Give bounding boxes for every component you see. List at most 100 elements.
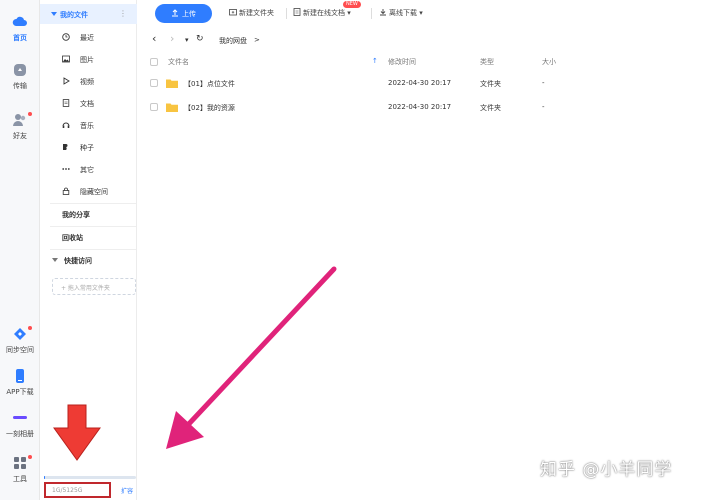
storage-highlight-box: 1G/5125G xyxy=(44,482,111,498)
select-all-checkbox[interactable] xyxy=(150,58,158,66)
magenta-arrow-head xyxy=(166,411,204,449)
file-size: - xyxy=(542,79,545,87)
nav-item-images[interactable]: 图片 xyxy=(40,51,137,67)
music-icon xyxy=(62,122,70,128)
row-checkbox[interactable] xyxy=(150,79,158,87)
file-size: - xyxy=(542,103,545,111)
nav-item-label: 图片 xyxy=(80,56,94,64)
new-badge: NEW xyxy=(343,1,361,8)
rail-item-transfer[interactable]: 传输 xyxy=(0,62,40,91)
toolbar-separator xyxy=(286,8,287,19)
file-type: 文件夹 xyxy=(480,80,501,88)
nav-item-torrents[interactable]: 种子 xyxy=(40,139,137,155)
image-icon xyxy=(62,55,70,63)
file-modified: 2022-04-30 20:17 xyxy=(388,103,452,111)
cloud-icon xyxy=(12,16,27,26)
rail-item-friends[interactable]: 好友 xyxy=(0,112,40,141)
friends-icon xyxy=(13,114,26,126)
storage-text: 1G/5125G xyxy=(52,487,83,494)
nav-divider xyxy=(50,203,136,204)
phone-icon xyxy=(16,369,24,383)
history-dropdown-icon[interactable]: ▾ xyxy=(185,36,189,44)
rail-item-label: 传输 xyxy=(13,82,27,90)
folder-icon xyxy=(166,79,178,88)
nav-item-label: 视频 xyxy=(80,78,94,86)
torrent-icon xyxy=(63,144,68,150)
new-online-doc-label: 新建在线文档 xyxy=(303,9,345,17)
watermark: 知乎 @小羊同学 xyxy=(540,460,673,480)
expand-storage-link[interactable]: 扩容 xyxy=(121,486,133,495)
rail-item-label: 首页 xyxy=(13,34,27,42)
nav-my-files[interactable]: 我的文件 ⋮ xyxy=(40,4,137,24)
file-name: 【02】我的资源 xyxy=(184,104,235,112)
nav-item-music[interactable]: 音乐 xyxy=(40,117,137,133)
more-vertical-icon[interactable]: ⋮ xyxy=(119,9,127,18)
col-header-size[interactable]: 大小 xyxy=(542,57,556,67)
storage-usage-bar xyxy=(44,476,136,479)
new-folder-label: 新建文件夹 xyxy=(239,9,274,17)
file-type: 文件夹 xyxy=(480,104,501,112)
offline-download-label: 离线下载 xyxy=(389,9,417,17)
rail-item-app-download[interactable]: APP下载 xyxy=(0,368,40,397)
file-name: 【01】点位文件 xyxy=(184,80,235,88)
nav-item-label: 其它 xyxy=(80,166,94,174)
nav-item-documents[interactable]: 文档 xyxy=(40,95,137,111)
breadcrumb-my-drive[interactable]: 我的网盘 xyxy=(219,36,247,46)
more-dots-icon xyxy=(62,168,70,170)
chevron-down-icon: ▾ xyxy=(345,9,351,17)
file-table-header: 文件名 ↑ 修改时间 类型 大小 xyxy=(150,55,709,69)
clock-icon xyxy=(62,33,70,41)
rail-item-label: 好友 xyxy=(13,132,27,140)
toolbar: 上传 新建文件夹 新建在线文档 ▾ NEW 离线下载 ▾ xyxy=(137,0,709,28)
nav-my-files-label: 我的文件 xyxy=(60,11,88,19)
refresh-icon[interactable]: ↻ xyxy=(196,34,204,44)
nav-my-share[interactable]: 我的分享 xyxy=(62,210,90,220)
nav-item-hidden-space[interactable]: 隐藏空间 xyxy=(40,183,137,199)
storage-usage-fill xyxy=(44,476,46,479)
table-row[interactable]: 【02】我的资源 2022-04-30 20:17 文件夹 - xyxy=(150,97,709,119)
magenta-arrow-shaft xyxy=(183,266,337,430)
download-icon xyxy=(380,9,386,16)
rail-item-label: 工具 xyxy=(13,475,27,483)
rail-item-label: APP下载 xyxy=(6,388,34,396)
transfer-icon xyxy=(14,64,26,76)
new-folder-button[interactable]: 新建文件夹 xyxy=(229,8,274,18)
nav-item-other[interactable]: 其它 xyxy=(40,161,137,177)
tools-icon xyxy=(14,457,26,469)
rail-item-sync-space[interactable]: 同步空间 xyxy=(0,326,40,355)
add-quick-folder-dropzone[interactable]: + 拖入常用文件夹 xyxy=(52,278,136,295)
chevron-down-icon: ▾ xyxy=(417,9,423,17)
nav-divider xyxy=(50,249,136,250)
sync-space-icon xyxy=(14,328,26,340)
nav-item-label: 种子 xyxy=(80,144,94,152)
upload-button[interactable]: 上传 xyxy=(155,4,212,23)
nav-item-label: 隐藏空间 xyxy=(80,188,108,196)
row-checkbox[interactable] xyxy=(150,103,158,111)
forward-arrow-icon[interactable]: › xyxy=(170,32,174,45)
sort-arrow-icon[interactable]: ↑ xyxy=(372,57,378,65)
new-online-doc-button[interactable]: 新建在线文档 ▾ xyxy=(293,8,351,18)
rail-item-home[interactable]: 首页 xyxy=(0,14,40,43)
new-folder-icon xyxy=(229,9,237,16)
offline-download-button[interactable]: 离线下载 ▾ xyxy=(379,8,423,18)
notification-dot xyxy=(28,455,32,459)
nav-item-videos[interactable]: 视频 xyxy=(40,73,137,89)
col-header-type[interactable]: 类型 xyxy=(480,57,494,67)
nav-quick-access[interactable]: 快捷访问 xyxy=(52,256,92,266)
album-icon xyxy=(13,416,27,419)
col-header-name[interactable]: 文件名 xyxy=(168,57,189,67)
col-header-modified[interactable]: 修改时间 xyxy=(388,57,416,67)
notification-dot xyxy=(28,112,32,116)
document-icon xyxy=(62,99,70,107)
notification-dot xyxy=(28,326,32,330)
rail-item-tools[interactable]: 工具 xyxy=(0,455,40,484)
table-row[interactable]: 【01】点位文件 2022-04-30 20:17 文件夹 - xyxy=(150,73,709,95)
nav-item-label: 文档 xyxy=(80,100,94,108)
rail-item-label: 同步空间 xyxy=(6,346,34,354)
nav-recycle-bin[interactable]: 回收站 xyxy=(62,233,83,243)
lock-icon xyxy=(62,187,70,195)
rail-item-album[interactable]: 一刻相册 xyxy=(0,410,40,439)
breadcrumb-separator: > xyxy=(254,36,260,44)
nav-item-recent[interactable]: 最近 xyxy=(40,29,137,45)
back-arrow-icon[interactable]: ‹ xyxy=(152,32,156,45)
